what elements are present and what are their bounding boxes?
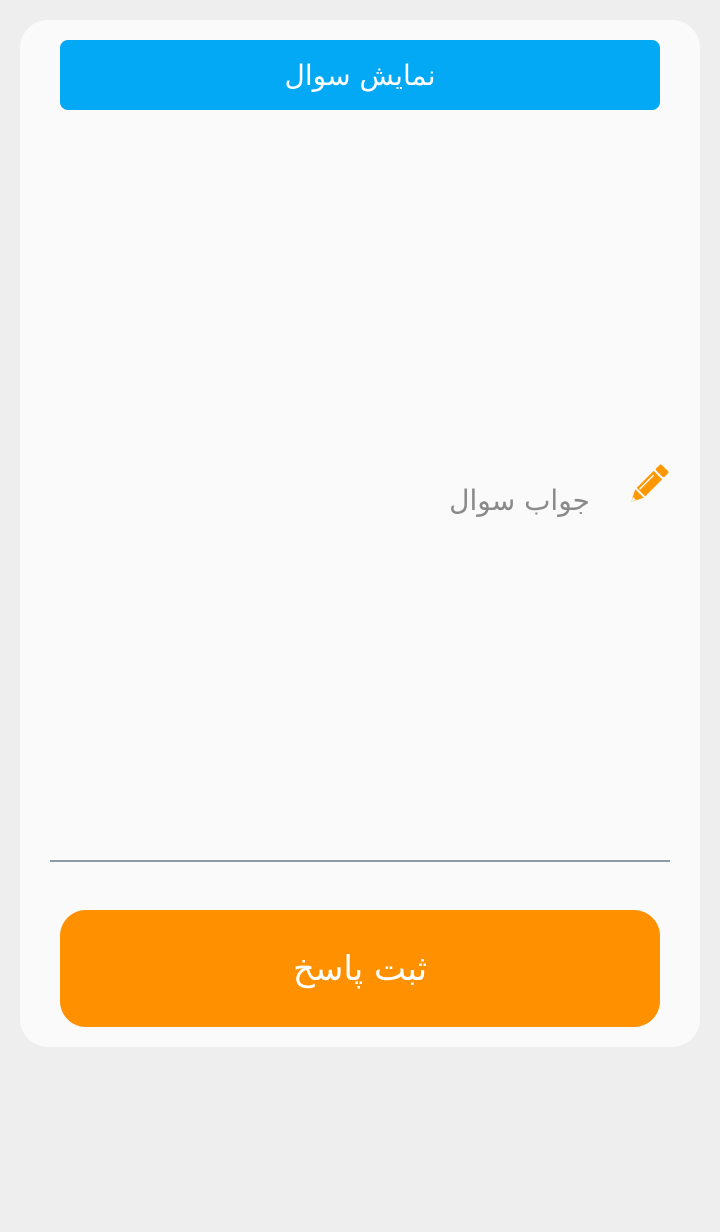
- show-question-button[interactable]: نمایش سوال: [60, 40, 660, 110]
- answer-placeholder: جواب سوال: [449, 484, 590, 517]
- submit-answer-button[interactable]: ثبت پاسخ: [60, 910, 660, 1027]
- answer-card: نمایش سوال جواب سوال ثبت پاسخ: [20, 20, 700, 1047]
- submit-answer-label: ثبت پاسخ: [292, 948, 428, 989]
- answer-input-field[interactable]: جواب سوال: [50, 440, 670, 862]
- pencil-icon: [626, 463, 670, 507]
- show-question-label: نمایش سوال: [284, 58, 436, 92]
